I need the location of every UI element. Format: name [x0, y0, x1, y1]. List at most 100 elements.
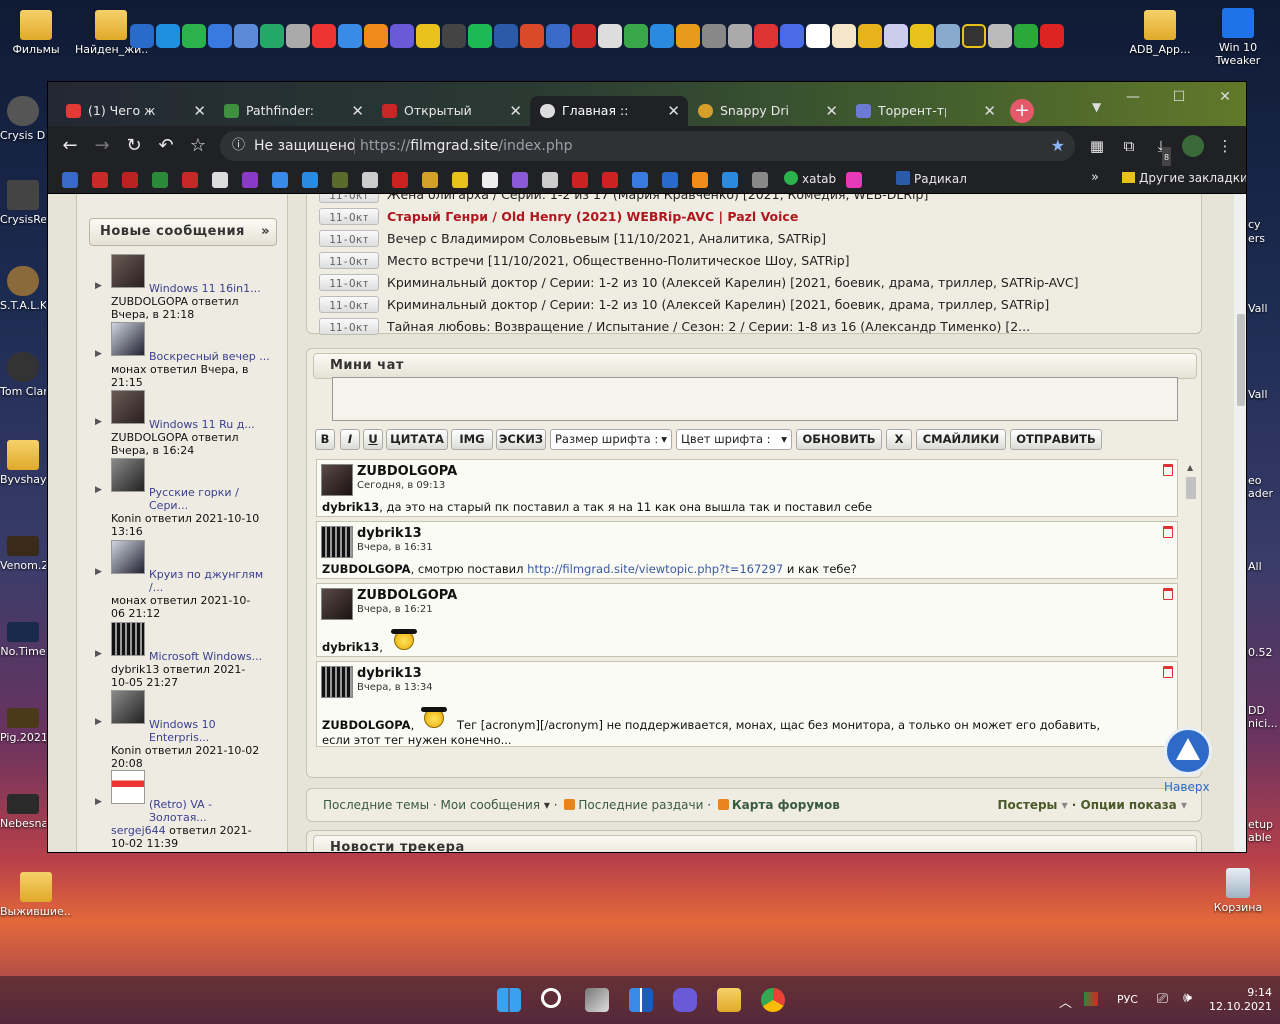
bold-button[interactable]: B	[315, 429, 335, 450]
bookmark-icon[interactable]	[512, 172, 528, 188]
close-icon[interactable]: ✕	[193, 96, 206, 126]
volume-icon[interactable]: 🕪	[1183, 990, 1192, 1006]
release-row[interactable]: 11-Окт Старый Генри / Old Henry (2021) WE…	[319, 206, 798, 228]
sidebar-post-item[interactable]: ▶ Воскресный вечер ... монах ответил Вчера…	[95, 322, 285, 389]
search-icon[interactable]	[541, 988, 561, 1008]
delete-icon[interactable]	[1163, 588, 1173, 600]
close-icon[interactable]: ✕	[351, 96, 364, 126]
scroll-to-top-label[interactable]: Наверх	[1164, 780, 1210, 794]
app-icon[interactable]	[442, 24, 466, 48]
bookmark-icon[interactable]	[722, 172, 738, 188]
sidebar-post-item[interactable]: ▶ Windows 11 16in1... ZUBDOLGOPA ответил В…	[95, 254, 285, 321]
crop-icon[interactable]: ⧉	[1118, 135, 1140, 157]
close-window-icon[interactable]: ✕	[1202, 82, 1246, 112]
desktop-icon-win10-tweaker[interactable]: Win 10 Tweaker	[1202, 8, 1274, 67]
app-icon[interactable]	[208, 24, 232, 48]
extensions-grid-icon[interactable]: ▦	[1086, 135, 1108, 157]
bookmark-star-icon[interactable]: ☆	[186, 134, 210, 158]
bookmark-icon[interactable]	[392, 172, 408, 188]
release-row[interactable]: 11-Окт Тайная любовь: Возвращение / Испыт…	[319, 316, 1030, 338]
app-icon[interactable]	[520, 24, 544, 48]
app-icon[interactable]	[910, 24, 934, 48]
desktop-icon-stalker[interactable]: S.T.A.L.K - Ушедш	[0, 266, 46, 312]
app-icon[interactable]	[858, 24, 882, 48]
tab-filmgrad[interactable]: Главная :: filmgra✕	[530, 96, 688, 126]
app-icon[interactable]	[936, 24, 960, 48]
desktop-icon-crysis[interactable]: Crysis Digita	[0, 96, 46, 142]
app-icon[interactable]	[780, 24, 804, 48]
latest-topics-link[interactable]: Последние темы	[323, 798, 429, 812]
desktop-icon-nebesna[interactable]: Nebesna	[0, 794, 46, 830]
app-icon[interactable]	[156, 24, 180, 48]
release-row[interactable]: 11-Окт Криминальный доктор / Серии: 1-2 и…	[319, 294, 1049, 316]
app-icon[interactable]	[650, 24, 674, 48]
bookmark-icon[interactable]	[152, 172, 168, 188]
maximize-icon[interactable]: ☐	[1156, 82, 1202, 112]
quote-button[interactable]: ЦИТАТА	[386, 429, 448, 450]
close-icon[interactable]: ✕	[983, 96, 996, 126]
app-icon[interactable]	[182, 24, 206, 48]
my-posts-link[interactable]: Мои сообщения	[441, 798, 541, 812]
app-icon[interactable]	[546, 24, 570, 48]
expand-chevron-icon[interactable]: »	[261, 219, 270, 245]
view-options-menu[interactable]: Опции показа	[1081, 798, 1177, 812]
bookmark-icon[interactable]	[332, 172, 348, 188]
smilies-button[interactable]: СМАЙЛИКИ	[916, 429, 1006, 450]
bookmark-radikal[interactable]: Радикал	[896, 171, 967, 186]
bookmarks-overflow-icon[interactable]: »	[1091, 170, 1099, 185]
forward-icon[interactable]: →	[90, 134, 114, 158]
tab-search-chevron-icon[interactable]: ▼	[1092, 100, 1101, 114]
bookmark-icon[interactable]	[632, 172, 648, 188]
menu-kebab-icon[interactable]: ⋮	[1214, 135, 1236, 157]
bookmark-icon[interactable]	[62, 172, 78, 188]
skull-icon[interactable]	[542, 172, 558, 188]
chat-scrollbar[interactable]: ▲	[1185, 463, 1197, 751]
app-icon[interactable]	[728, 24, 752, 48]
undo-icon[interactable]: ↶	[154, 134, 178, 158]
chat-username[interactable]: ZUBDOLGOPA	[357, 464, 457, 479]
sidebar-post-item[interactable]: ▶ Русские горки / Сери... Konin ответил 20…	[95, 458, 285, 538]
chrome-icon[interactable]	[761, 988, 785, 1012]
bookmark-icon[interactable]	[242, 172, 258, 188]
bookmark-icon[interactable]	[452, 172, 468, 188]
back-icon[interactable]: ←	[58, 134, 82, 158]
close-icon[interactable]: ✕	[509, 96, 522, 126]
vk-icon[interactable]	[662, 172, 678, 188]
page-scroll-thumb[interactable]	[1237, 314, 1245, 406]
app-icon[interactable]	[676, 24, 700, 48]
bookmark-other[interactable]: Другие закладки	[1122, 171, 1246, 185]
vlc-icon[interactable]	[364, 24, 388, 48]
spotify-icon[interactable]	[468, 24, 492, 48]
sidebar-post-item[interactable]: ▶ Круиз по джунглям /... монах ответил 202…	[95, 540, 285, 620]
delete-icon[interactable]	[1163, 666, 1173, 678]
url-text[interactable]: https://filmgrad.site/index.php	[360, 131, 573, 161]
app-icon[interactable]	[598, 24, 622, 48]
security-status[interactable]: Не защищено	[254, 131, 355, 161]
posters-menu[interactable]: Постеры	[997, 798, 1057, 812]
underline-button[interactable]: U	[363, 429, 383, 450]
release-row[interactable]: 11-Окт Жена олигарха / Серии: 1-2 из 17 (…	[319, 194, 928, 206]
clock[interactable]: 9:14 12.10.2021	[1202, 986, 1272, 1014]
bookmark-icon[interactable]	[272, 172, 288, 188]
tray-app-icon[interactable]	[1084, 992, 1098, 1006]
app-icon[interactable]	[884, 24, 908, 48]
chat-username[interactable]: dybrik13	[357, 526, 422, 541]
italic-button[interactable]: I	[340, 429, 360, 450]
language-indicator[interactable]: РУС	[1117, 993, 1138, 1006]
app-icon[interactable]	[702, 24, 726, 48]
tab-open-torrent[interactable]: Открытый торре✕	[372, 96, 530, 126]
app-icon[interactable]	[754, 24, 778, 48]
forum-map-link[interactable]: Карта форумов	[732, 798, 840, 812]
sidebar-post-item[interactable]: ▶ Microsoft Windows... dybrik13 ответил 20…	[95, 622, 285, 689]
address-bar[interactable]: ⓘ Не защищено https://filmgrad.site/inde…	[220, 131, 1075, 161]
font-size-select[interactable]: Размер шрифта :	[550, 429, 672, 450]
user-link[interactable]: sergej644	[111, 824, 166, 837]
bookmark-icon[interactable]	[752, 172, 768, 188]
refresh-button[interactable]: ОБНОВИТЬ	[796, 429, 882, 450]
sidebar-post-item[interactable]: ▶ Windows 11 Ru д... ZUBDOLGOPA ответил Вч…	[95, 390, 285, 457]
new-tab-button[interactable]: +	[1010, 99, 1034, 123]
bookmark-icon[interactable]	[422, 172, 438, 188]
desktop-icon-pig[interactable]: Pig.2021	[0, 708, 46, 744]
bookmark-icon[interactable]	[212, 172, 228, 188]
chevron-up-icon[interactable]: ︿	[1059, 992, 1072, 1011]
